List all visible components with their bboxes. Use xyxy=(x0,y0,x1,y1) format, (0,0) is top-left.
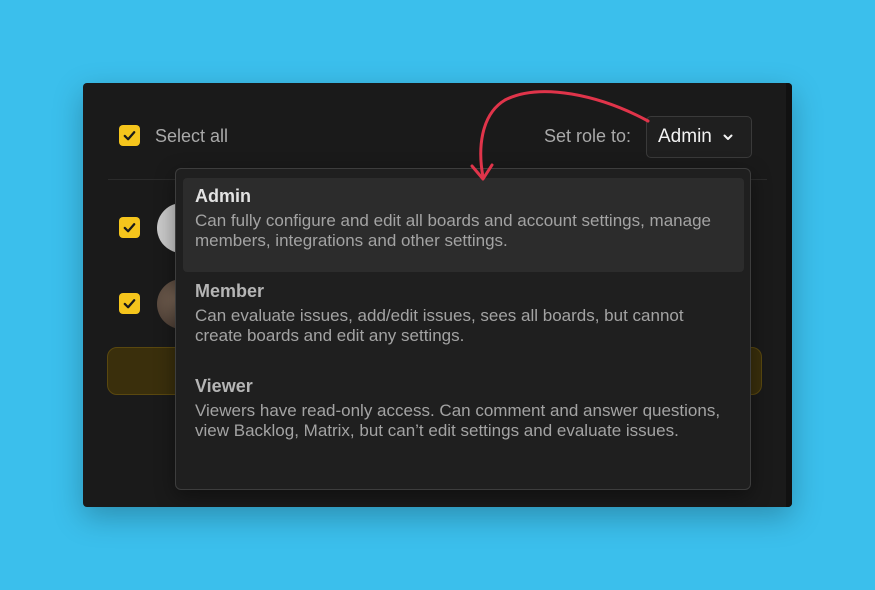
role-option-title: Member xyxy=(195,281,265,301)
role-option-title: Viewer xyxy=(195,376,253,396)
select-all-label: Select all xyxy=(155,126,229,146)
role-option-description: Can fully configure and edit all boards … xyxy=(195,211,711,250)
role-option-description: Can evaluate issues, add/edit issues, se… xyxy=(195,306,684,345)
member-row-checkbox[interactable] xyxy=(119,217,140,238)
role-option-viewer[interactable]: Viewer Viewers have read-only access. Ca… xyxy=(183,368,744,478)
role-option-title: Admin xyxy=(195,186,251,206)
role-option-member[interactable]: Member Can evaluate issues, add/edit iss… xyxy=(183,273,744,365)
select-all-checkbox[interactable] xyxy=(119,125,140,146)
role-option-description: Viewers have read-only access. Can comme… xyxy=(195,401,721,440)
member-row-checkbox[interactable] xyxy=(119,293,140,314)
check-icon xyxy=(123,223,136,233)
set-role-label: Set role to: xyxy=(544,126,632,146)
check-icon xyxy=(123,131,136,141)
role-select-value: Admin xyxy=(658,126,712,147)
chevron-down-icon xyxy=(723,134,733,140)
role-option-admin[interactable]: Admin Can fully configure and edit all b… xyxy=(183,178,744,272)
role-select[interactable]: Admin xyxy=(646,116,752,158)
bulk-role-panel: Select all Set role to: Admin Admin Can … xyxy=(83,83,792,507)
check-icon xyxy=(123,299,136,309)
role-dropdown-menu: Admin Can fully configure and edit all b… xyxy=(175,168,751,490)
panel-edge xyxy=(786,83,792,507)
